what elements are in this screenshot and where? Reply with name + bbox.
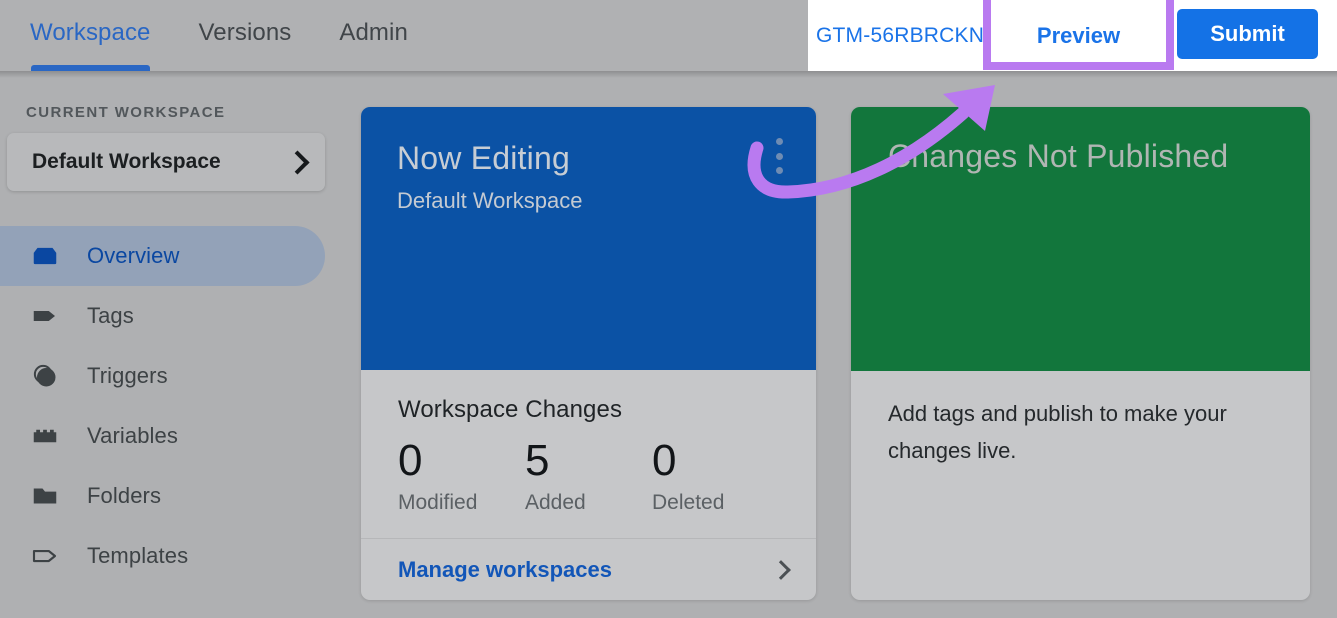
sidebar-item-tags-label: Tags: [87, 303, 134, 328]
changes-not-published-header: Changes Not Published: [851, 107, 1310, 371]
container-id-link[interactable]: GTM-56RBRCKN: [816, 0, 984, 71]
stat-modified-value: 0: [398, 436, 423, 485]
workspace-changes-section: Workspace Changes 0 Modified 5 Added 0 D…: [361, 370, 816, 515]
submit-button[interactable]: Submit: [1177, 9, 1318, 59]
sidebar-item-overview[interactable]: Overview: [0, 226, 325, 286]
workspace-selector-name: Default Workspace: [32, 150, 221, 173]
container-id-text: GTM-56RBRCKN: [816, 23, 985, 47]
tab-versions[interactable]: Versions: [199, 0, 292, 71]
workspace-selector[interactable]: Default Workspace: [7, 133, 325, 191]
sidebar-item-templates-label: Templates: [87, 543, 189, 568]
sidebar-item-triggers-label: Triggers: [87, 363, 168, 388]
primary-nav-tabs: Workspace Versions Admin: [30, 0, 456, 71]
menu-dot: [775, 152, 783, 160]
tag-filled-icon: [30, 301, 60, 331]
top-bar: Workspace Versions Admin GTM-56RBRCKN Pr…: [0, 0, 1337, 71]
template-tag-outline-icon: [30, 541, 60, 571]
stat-added-label: Added: [525, 491, 586, 514]
menu-dot: [775, 138, 783, 145]
sidebar-item-folders-label: Folders: [87, 483, 162, 508]
sidebar-nav-list: Overview Tags Triggers Variables Folders…: [0, 226, 340, 586]
changes-not-published-body: Add tags and publish to make your change…: [888, 401, 1227, 463]
manage-workspaces-label: Manage workspaces: [398, 556, 612, 582]
sidebar-item-folders[interactable]: Folders: [0, 466, 340, 526]
workspace-changes-title: Workspace Changes: [398, 396, 623, 423]
tab-admin-label: Admin: [339, 18, 408, 46]
gtm-workspace-overview-page: Workspace Versions Admin GTM-56RBRCKN Pr…: [0, 0, 1337, 618]
chevron-right-icon: [285, 149, 310, 175]
tab-workspace[interactable]: Workspace: [30, 0, 151, 71]
changes-not-published-card: Changes Not Published Add tags and publi…: [851, 107, 1310, 600]
stat-modified: 0 Modified: [398, 435, 525, 515]
now-editing-card-header: Now Editing Default Workspace: [361, 107, 816, 370]
sidebar-item-templates[interactable]: Templates: [0, 526, 340, 586]
sidebar-item-overview-label: Overview: [87, 243, 180, 268]
variables-brick-icon: [30, 421, 60, 451]
sidebar: CURRENT WORKSPACE Default Workspace Over…: [0, 78, 340, 618]
top-bar-shadow: [0, 71, 1337, 78]
sidebar-item-variables-label: Variables: [87, 423, 178, 448]
stat-modified-label: Modified: [398, 491, 478, 514]
chevron-right-icon: [771, 559, 791, 580]
menu-dot: [775, 167, 783, 174]
submit-button-label: Submit: [1210, 21, 1285, 46]
manage-workspaces-link[interactable]: Manage workspaces: [361, 538, 816, 600]
sidebar-item-variables[interactable]: Variables: [0, 406, 340, 466]
current-workspace-label: CURRENT WORKSPACE: [26, 104, 226, 121]
sidebar-item-triggers[interactable]: Triggers: [0, 346, 340, 406]
now-editing-title: Now Editing: [397, 140, 570, 176]
trigger-circle-icon: [30, 361, 60, 391]
tab-admin[interactable]: Admin: [339, 0, 408, 71]
stat-deleted-value: 0: [652, 436, 677, 485]
changes-not-published-title: Changes Not Published: [888, 138, 1229, 174]
preview-button-label: Preview: [1036, 22, 1121, 48]
sidebar-item-tags[interactable]: Tags: [0, 286, 340, 346]
tab-versions-label: Versions: [198, 18, 292, 46]
preview-button[interactable]: Preview: [991, 8, 1166, 63]
stat-deleted-label: Deleted: [652, 491, 725, 514]
now-editing-card: Now Editing Default Workspace Workspace …: [361, 107, 816, 600]
stat-deleted: 0 Deleted: [652, 435, 779, 515]
stat-added: 5 Added: [525, 435, 652, 515]
workspace-changes-stats: 0 Modified 5 Added 0 Deleted: [398, 435, 780, 515]
tab-workspace-label: Workspace: [30, 18, 151, 46]
now-editing-subtitle: Default Workspace: [397, 188, 583, 213]
more-vert-icon[interactable]: [764, 133, 794, 179]
overview-box-icon: [30, 241, 60, 271]
folder-icon: [30, 481, 60, 511]
stat-added-value: 5: [525, 436, 550, 485]
